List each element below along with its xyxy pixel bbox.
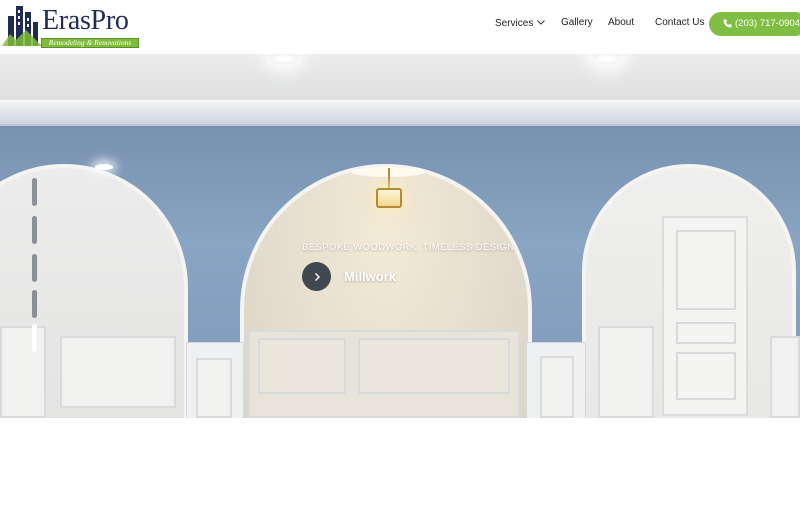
building-skyline-icon bbox=[2, 6, 42, 46]
pendant-lamp bbox=[374, 168, 404, 214]
nav-contact-us[interactable]: Contact Us bbox=[655, 17, 704, 28]
wainscot-panel bbox=[0, 326, 46, 418]
chevron-down-icon bbox=[537, 17, 546, 28]
hero-banner: BESPOKE WOODWORK, TIMELESS DESIGN Millwo… bbox=[0, 54, 800, 418]
hero-image-ceiling bbox=[0, 54, 800, 102]
door-panel bbox=[676, 322, 736, 344]
door-panel bbox=[676, 230, 736, 310]
site-header: ErasPro Remodeling & Renovations Service… bbox=[0, 0, 800, 54]
phone-number: (203) 717-0904 bbox=[735, 18, 800, 29]
slider-pagination bbox=[32, 178, 38, 358]
hero-image-crown-molding bbox=[0, 100, 800, 126]
wainscot-panel bbox=[598, 326, 654, 418]
page-content-area bbox=[0, 418, 800, 530]
wainscot-panel bbox=[540, 356, 574, 418]
hero-title[interactable]: Millwork bbox=[344, 269, 396, 284]
wainscot-panel bbox=[358, 338, 510, 394]
slider-dot[interactable] bbox=[32, 216, 37, 244]
nav-services-label: Services bbox=[495, 18, 534, 29]
hero-image-door bbox=[662, 216, 748, 416]
logo-name: ErasPro bbox=[42, 5, 129, 36]
logo-tagline: Remodeling & Renovations bbox=[41, 38, 139, 48]
door-panel bbox=[676, 352, 736, 400]
wainscot-panel bbox=[770, 336, 800, 418]
phone-icon bbox=[723, 14, 732, 38]
chevron-right-icon bbox=[314, 273, 320, 281]
logo[interactable]: ErasPro Remodeling & Renovations bbox=[2, 2, 140, 48]
nav-services[interactable]: Services bbox=[495, 17, 546, 29]
slider-dot-active[interactable] bbox=[32, 324, 37, 352]
wainscot-panel bbox=[60, 336, 176, 408]
ceiling-light bbox=[95, 164, 113, 170]
wainscot-panel bbox=[196, 358, 232, 418]
slider-dot[interactable] bbox=[32, 178, 37, 206]
slider-dot[interactable] bbox=[32, 290, 37, 318]
slider-dot[interactable] bbox=[32, 254, 37, 282]
hero-tagline: BESPOKE WOODWORK, TIMELESS DESIGN bbox=[302, 242, 515, 253]
phone-button[interactable]: (203) 717-0904 bbox=[709, 12, 800, 36]
nav-about[interactable]: About bbox=[608, 17, 634, 28]
wainscot-panel bbox=[258, 338, 346, 394]
hero-next-button[interactable] bbox=[302, 262, 331, 291]
nav-gallery[interactable]: Gallery bbox=[561, 17, 593, 28]
